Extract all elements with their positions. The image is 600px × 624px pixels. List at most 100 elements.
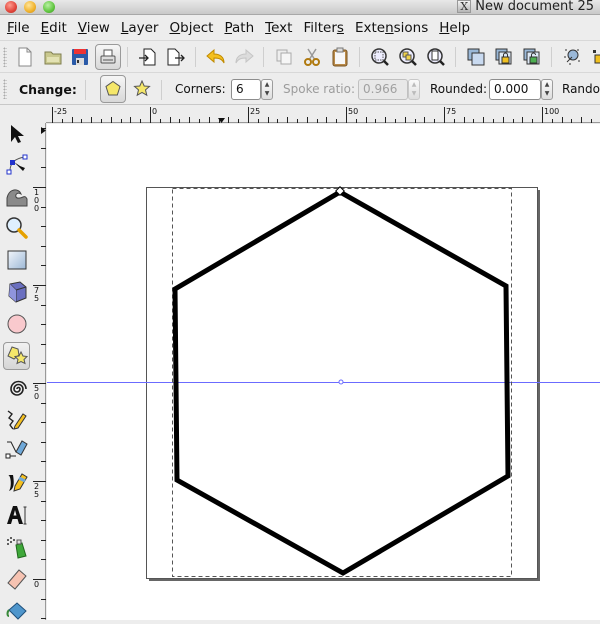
toolbar-separator [455, 47, 456, 67]
star-polygon-tool[interactable] [3, 342, 30, 370]
canvas-svg [47, 186, 600, 581]
menu-text[interactable]: Text [260, 20, 298, 36]
paste-icon [332, 47, 348, 67]
duplicate-button[interactable] [271, 44, 297, 70]
star-icon [133, 80, 151, 97]
print-icon [100, 49, 116, 64]
node-editor-icon [6, 154, 27, 175]
undo-icon [206, 48, 225, 64]
ellipse-tool[interactable] [3, 310, 30, 338]
zoom-page-button[interactable] [423, 44, 449, 70]
menu-path[interactable]: Path [219, 20, 260, 36]
corners-input[interactable]: 6 [231, 79, 261, 100]
import-icon [139, 48, 156, 66]
node-edit-button[interactable] [559, 44, 585, 70]
open-button[interactable] [40, 44, 66, 70]
eraser-tool[interactable] [3, 565, 30, 593]
calligraphy-tool[interactable] [3, 468, 30, 496]
paste-button[interactable] [327, 44, 353, 70]
bezier-pen-icon [5, 440, 28, 459]
rectangle-icon [7, 250, 26, 270]
star-mode-button[interactable] [129, 75, 155, 103]
corners-spinner[interactable]: ▲ ▼ [261, 79, 273, 100]
spray-tool[interactable] [3, 533, 30, 561]
menu-file[interactable]: File [2, 20, 36, 36]
toolbar-separator [161, 80, 162, 100]
spoke-ratio-input[interactable]: 0.966 [358, 79, 408, 100]
ruler-label: 0 [34, 580, 39, 589]
toolbar-grip[interactable] [3, 47, 7, 67]
drawing-canvas[interactable] [47, 124, 600, 620]
rounded-input[interactable]: 0.000 [489, 79, 541, 100]
selector-tool[interactable] [3, 120, 30, 148]
spiral-tool[interactable] [3, 375, 30, 403]
new-document-icon [18, 47, 32, 67]
redo-button[interactable] [231, 44, 257, 70]
toolbar-separator [359, 47, 360, 67]
menu-extensions[interactable]: Extensions [350, 20, 434, 36]
randomized-label: Randor [562, 82, 600, 96]
text-tool[interactable] [3, 501, 30, 529]
cut-button[interactable] [299, 44, 325, 70]
rounded-label: Rounded: [430, 82, 488, 96]
zoom-tool[interactable] [3, 214, 30, 242]
tweak-tool[interactable] [3, 182, 30, 210]
polygon-mode-button[interactable] [100, 75, 126, 103]
print-button[interactable] [95, 44, 121, 70]
toolbar-grip[interactable] [3, 79, 7, 99]
undo-button[interactable] [203, 44, 229, 70]
unlock-icon [523, 48, 540, 65]
more-commands-button[interactable] [587, 44, 600, 70]
zoom-page-icon [427, 48, 445, 66]
lock-button[interactable] [491, 44, 517, 70]
spoke-ratio-label: Spoke ratio: [283, 82, 356, 96]
toolbar-separator [551, 47, 552, 67]
toolbox [0, 118, 33, 620]
menu-layer[interactable]: Layer [116, 20, 165, 36]
magnifier-icon [5, 217, 28, 239]
toolbar-separator [195, 47, 196, 67]
ellipse-icon [7, 314, 26, 334]
ruler-label: -25 [54, 107, 67, 116]
group-button[interactable] [463, 44, 489, 70]
3d-box-icon [7, 281, 26, 303]
horizontal-ruler[interactable]: -25 0 25 50 75 100 [46, 105, 600, 123]
export-button[interactable] [163, 44, 189, 70]
menu-object[interactable]: Object [164, 20, 219, 36]
ruler-label: 100 [544, 107, 559, 116]
rectangle-tool[interactable] [3, 246, 30, 274]
node-edit-icon [564, 49, 580, 65]
vertical-ruler[interactable]: 1007550250 [33, 123, 46, 620]
zoom-window-button[interactable] [43, 1, 55, 13]
close-window-button[interactable] [5, 1, 17, 13]
menu-view[interactable]: View [73, 20, 116, 36]
node-tool[interactable] [3, 151, 30, 179]
menu-edit[interactable]: Edit [36, 20, 73, 36]
3d-box-tool[interactable] [3, 278, 30, 306]
tool-controls-bar: Change: Corners: 6 ▲ ▼ Spoke ratio: 0.966… [0, 72, 600, 105]
toolbar-separator [127, 47, 128, 67]
vertical-ruler-ticks: 1007550250 [33, 127, 46, 619]
polygon-icon [105, 80, 121, 96]
import-button[interactable] [135, 44, 161, 70]
rounded-spinner[interactable]: ▲ ▼ [541, 79, 553, 100]
menu-filters[interactable]: Filters [298, 20, 349, 36]
spoke-ratio-spinner[interactable]: ▲ ▼ [408, 79, 420, 100]
paint-bucket-icon [6, 602, 27, 620]
save-button[interactable] [67, 44, 93, 70]
unlock-button[interactable] [519, 44, 545, 70]
minimize-window-button[interactable] [24, 1, 36, 13]
ruler-label: 0 [34, 204, 39, 213]
lock-nodes-icon [593, 50, 600, 64]
pencil-tool[interactable] [3, 406, 30, 434]
zoom-drawing-button[interactable] [395, 44, 421, 70]
save-icon [72, 49, 88, 65]
zoom-selection-button[interactable] [367, 44, 393, 70]
new-document-button[interactable] [12, 44, 38, 70]
menu-help[interactable]: Help [434, 20, 476, 36]
pencil-icon [7, 410, 27, 430]
eraser-icon [6, 569, 27, 590]
menu-bar: File Edit View Layer Object Path Text Filters Ex… [0, 16, 600, 40]
center-handle[interactable] [338, 379, 344, 385]
pen-tool[interactable] [3, 437, 30, 465]
